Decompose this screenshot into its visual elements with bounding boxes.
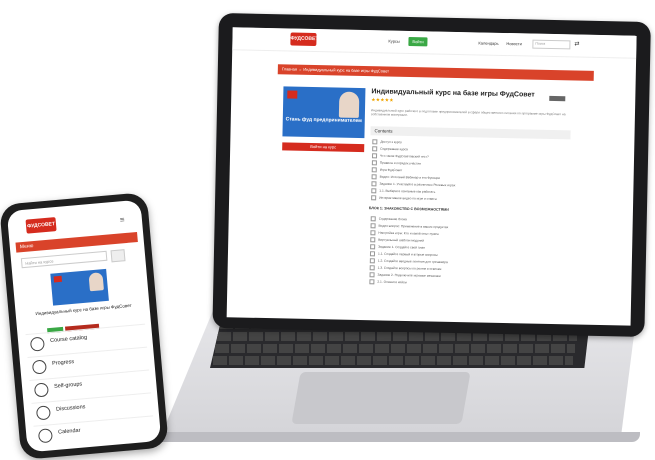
lesson-item[interactable]: Игра ФудСовет <box>372 167 403 173</box>
enter-course-button[interactable]: Войти на курс <box>282 142 365 153</box>
nav-courses[interactable]: Курсы <box>388 39 399 44</box>
breadcrumb: Главная → Индивидуальный курс на базе иг… <box>277 64 594 81</box>
login-button[interactable]: Войти <box>408 36 428 47</box>
nav-calendar[interactable]: Календарь <box>478 40 498 45</box>
contents-header: Contents <box>370 126 571 140</box>
lesson-item[interactable]: Задание 1. Создайте свой план <box>370 244 425 250</box>
laptop-base-edge <box>150 432 640 442</box>
calendar-icon <box>37 428 54 444</box>
price-tag <box>549 95 566 102</box>
lesson-item[interactable]: Виртуальный шаблон модулей <box>370 237 424 243</box>
phone-screen: ФУДСОВЕТ ≡ Меню Найти на курсе Индивидуа… <box>6 199 162 453</box>
lesson-item[interactable]: 1.1. Создайте первый и вторые вопросы <box>370 251 438 257</box>
group-icon <box>33 382 49 398</box>
course-title: Индивидуальный курс на базе игры ФудСове… <box>371 88 535 99</box>
grid-view-icon[interactable] <box>110 249 126 263</box>
menu-item-label: Calendar <box>57 427 81 436</box>
lesson-item[interactable]: Видео: Итоговый Вебинар и его Функции <box>372 174 441 180</box>
lesson-item[interactable]: 1.1. Выберите основные как работать <box>371 188 435 194</box>
menu-item-label: Course catalog <box>49 334 88 344</box>
lesson-item[interactable]: Видео-вопрос: Применение в ваших продукт… <box>371 223 449 230</box>
cover-chef-figure <box>88 272 104 292</box>
cover-chef-figure <box>338 91 360 118</box>
lesson-item[interactable]: 1.3. Создайте вопросы по ролям и ответам <box>370 265 442 271</box>
course-cover: Стань фуд предпринимателем <box>282 86 366 139</box>
menu-item-label: Progress <box>51 359 75 367</box>
lesson-item[interactable]: Что такое ФудСоветовский тест? <box>372 153 429 159</box>
lesson-item[interactable]: Интерактивное видео по игре и ответы <box>371 195 437 201</box>
catalog-icon <box>29 336 45 352</box>
course-description: Индивидуальный курс рабочего в подготовк… <box>370 108 566 117</box>
cover-logo <box>53 275 63 283</box>
phone-course-cover[interactable] <box>50 268 109 306</box>
lesson-item[interactable]: Правила и порядок участия <box>372 160 421 166</box>
phone-badges <box>46 316 100 334</box>
nav-news[interactable]: Новости <box>506 41 522 46</box>
lesson-item[interactable]: 2.1. Опишите кейсы <box>369 279 407 285</box>
lesson-item[interactable]: Содержание курса <box>372 146 408 152</box>
laptop-lid: ФУДСОВЕТ Курсы Войти Календарь Новости П… <box>212 13 651 337</box>
lesson-item[interactable]: 1.2. Создайте вводные понятия для тренаж… <box>370 258 448 265</box>
language-icon[interactable]: ⇄ <box>574 40 579 47</box>
phone-frame: ФУДСОВЕТ ≡ Меню Найти на курсе Индивидуа… <box>0 192 169 460</box>
section-title: БЛОК 1: ЗНАКОМСТВО С ВОЗМОЖНОСТЯМИ <box>368 206 449 212</box>
lesson-item[interactable]: Доступ к курсу <box>372 139 402 145</box>
site-search-input[interactable]: Поиск <box>532 39 571 50</box>
lesson-item[interactable]: Настройка игры: Кто и какой опыт нужен <box>370 230 438 236</box>
rating-stars: ★★★★★ <box>371 97 394 104</box>
discussion-icon <box>35 405 52 421</box>
cover-logo <box>287 90 298 99</box>
laptop-screen: ФУДСОВЕТ Курсы Войти Календарь Новости П… <box>226 27 637 326</box>
progress-icon <box>31 359 47 375</box>
cover-title: Стань фуд предпринимателем <box>285 116 362 125</box>
phone-logo[interactable]: ФУДСОВЕТ <box>25 217 57 234</box>
menu-item-label: Self-groups <box>53 381 83 390</box>
laptop-trackpad <box>291 372 471 424</box>
lesson-item[interactable]: Задание 2. Подключите игровые механики <box>369 272 441 278</box>
lesson-item[interactable]: Содержание блока <box>371 216 407 222</box>
lesson-item[interactable]: Задание 1. Участвуйте в различных Ролевы… <box>371 181 455 188</box>
site-header: ФУДСОВЕТ Курсы Войти Календарь Новости П… <box>232 27 637 59</box>
phone-search-input[interactable]: Найти на курсе <box>20 250 108 269</box>
menu-item-label: Discussions <box>55 404 86 413</box>
phone-course-title: Индивидуальный курс на базе игры ФудСове… <box>35 302 132 317</box>
menu-icon[interactable]: ≡ <box>120 215 125 224</box>
site-logo[interactable]: ФУДСОВЕТ <box>290 32 318 47</box>
